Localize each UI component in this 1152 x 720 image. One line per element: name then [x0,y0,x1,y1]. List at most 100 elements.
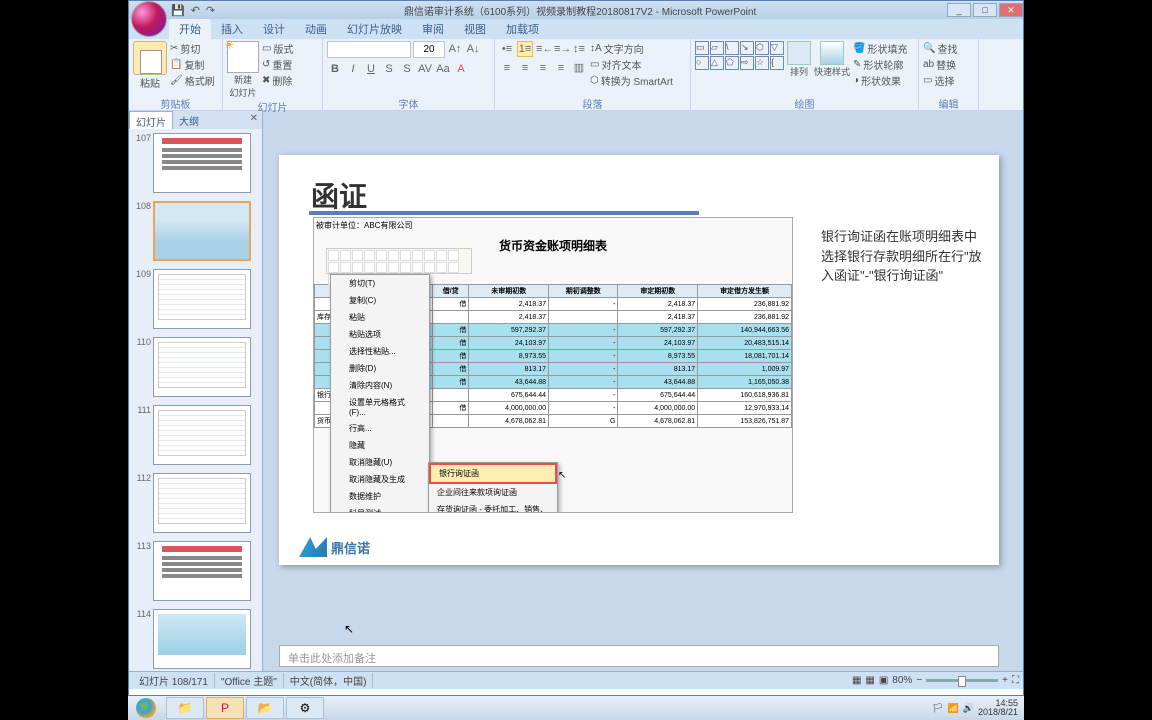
slide-canvas[interactable]: 函证 被审计单位：ABC有限公司 货币资金账项明细表 币 种借/贷未审期初数期初… [279,155,999,565]
decrease-indent-button[interactable]: ≡← [535,41,551,57]
slide-thumbnail[interactable]: 111 [133,405,258,465]
font-size-select[interactable] [413,41,445,58]
slides-tab[interactable]: 幻灯片 [129,111,173,129]
context-menu-item[interactable]: 隐藏 [331,437,429,454]
arrange-button[interactable]: 排列 [787,65,811,78]
clock-date[interactable]: 2018/8/21 [978,708,1018,717]
save-icon[interactable]: 💾 [171,4,185,17]
ribbon-tab-2[interactable]: 设计 [253,19,295,39]
sorter-view-icon[interactable]: ▦ [865,675,874,686]
slideshow-view-icon[interactable]: ▣ [879,675,888,686]
context-menu-item[interactable]: 科目测试 [331,505,429,513]
paste-icon[interactable] [133,41,167,75]
strikethrough-button[interactable]: S [381,61,397,77]
close-button[interactable]: ✕ [999,3,1023,17]
new-slide-button[interactable]: 新建 幻灯片 [227,73,259,99]
taskbar-folder[interactable]: 📂 [246,697,284,719]
submenu-item[interactable]: 银行询证函 [429,463,557,484]
grow-font-icon[interactable]: A↑ [447,41,463,57]
context-menu-item[interactable]: 设置单元格格式(F)... [331,394,429,420]
new-slide-icon[interactable] [227,41,259,73]
shadow-button[interactable]: S [399,61,415,77]
zoom-slider[interactable] [926,679,998,682]
shape-outline-button[interactable]: ✎ 形状轮廓 [853,57,907,72]
context-menu-item[interactable]: 清除内容(N) [331,377,429,394]
submenu-item[interactable]: 企业间往来款项询证函 [429,484,557,501]
zoom-in-icon[interactable]: + [1002,675,1008,686]
align-text-button[interactable]: ▭ 对齐文本 [590,57,673,72]
ribbon-tab-0[interactable]: 开始 [169,19,211,39]
context-menu-item[interactable]: 粘贴 [331,309,429,326]
panel-close-icon[interactable]: ✕ [250,113,258,124]
arrange-icon[interactable] [787,41,811,65]
paste-button[interactable]: 粘贴 [133,75,167,90]
shapes-gallery[interactable]: ▭▱\↘⬡▽ ○△⬠⇨☆{ [695,41,784,70]
quick-styles-icon[interactable] [820,41,844,65]
copy-button[interactable]: 📋 复制 [170,57,215,72]
redo-icon[interactable]: ↷ [206,4,215,17]
slide-thumbnail[interactable]: 107 [133,133,258,193]
fit-window-icon[interactable]: ⛶ [1012,675,1019,686]
ribbon-tab-6[interactable]: 视图 [454,19,496,39]
context-menu-item[interactable]: 取消隐藏(U) [331,454,429,471]
ribbon-tab-1[interactable]: 插入 [211,19,253,39]
office-button[interactable] [131,1,167,37]
submenu-item[interactable]: 存货询证函 - 委托加工、销售、保管 [429,501,557,513]
slide-thumbnail[interactable]: 114 [133,609,258,669]
shrink-font-icon[interactable]: A↓ [465,41,481,57]
context-menu-item[interactable]: 粘贴选项 [331,326,429,343]
zoom-out-icon[interactable]: − [916,675,922,686]
context-menu-item[interactable]: 取消隐藏及生成 [331,471,429,488]
context-menu-item[interactable]: 剪切(T) [331,275,429,292]
justify-button[interactable]: ≡ [553,60,569,76]
shape-fill-button[interactable]: 🪣 形状填充 [853,41,907,56]
undo-icon[interactable]: ↶ [191,4,200,17]
quick-access-toolbar[interactable]: 💾 ↶ ↷ [171,4,215,17]
text-direction-button[interactable]: ↕A 文字方向 [590,41,673,56]
align-center-button[interactable]: ≡ [517,60,533,76]
change-case-button[interactable]: Aa [435,61,451,77]
maximize-button[interactable]: □ [973,3,997,17]
italic-button[interactable]: I [345,61,361,77]
context-menu-item[interactable]: 选择性粘贴... [331,343,429,360]
line-spacing-button[interactable]: ↕≡ [571,41,587,57]
increase-indent-button[interactable]: ≡→ [553,41,569,57]
tray-flag-icon[interactable]: 🏳 [932,703,943,714]
slide-thumbnail[interactable]: 108 [133,201,258,261]
select-button[interactable]: ▭ 选择 [923,73,957,88]
slide-thumbnail[interactable]: 112 [133,473,258,533]
font-family-select[interactable] [327,41,411,58]
slide-thumbnail[interactable]: 110 [133,337,258,397]
ribbon-tab-3[interactable]: 动画 [295,19,337,39]
normal-view-icon[interactable]: ▦ [852,675,861,686]
format-painter-button[interactable]: 🖌 格式刷 [170,73,215,88]
columns-button[interactable]: ▥ [571,60,587,76]
ribbon-tab-4[interactable]: 幻灯片放映 [337,19,412,39]
layout-button[interactable]: ▭ 版式 [262,41,293,56]
thumbnail-list[interactable]: 107108109110111112113114115 [129,129,262,671]
replace-button[interactable]: ab 替换 [923,57,957,72]
find-button[interactable]: 🔍 查找 [923,41,957,56]
underline-button[interactable]: U [363,61,379,77]
slide-thumbnail[interactable]: 113 [133,541,258,601]
reset-button[interactable]: ↺ 重置 [262,57,293,72]
align-left-button[interactable]: ≡ [499,60,515,76]
slide-thumbnail[interactable]: 109 [133,269,258,329]
taskbar-powerpoint[interactable]: P [206,697,244,719]
bold-button[interactable]: B [327,61,343,77]
char-spacing-button[interactable]: AV [417,61,433,77]
convert-smartart-button[interactable]: ⬡ 转换为 SmartArt [590,73,673,88]
context-menu-item[interactable]: 数据维护 [331,488,429,505]
context-menu-item[interactable]: 删除(D) [331,360,429,377]
tray-network-icon[interactable]: 📶 [948,703,959,714]
numbering-button[interactable]: 1≡ [517,41,533,57]
context-menu-item[interactable]: 复制(C) [331,292,429,309]
taskbar-app[interactable]: ⚙ [286,697,324,719]
notes-pane[interactable]: 单击此处添加备注 [279,645,999,667]
minimize-button[interactable]: _ [947,3,971,17]
ribbon-tab-5[interactable]: 审阅 [412,19,454,39]
align-right-button[interactable]: ≡ [535,60,551,76]
tray-volume-icon[interactable]: 🔊 [963,703,974,714]
bullets-button[interactable]: •≡ [499,41,515,57]
quick-styles-button[interactable]: 快速样式 [814,65,850,78]
